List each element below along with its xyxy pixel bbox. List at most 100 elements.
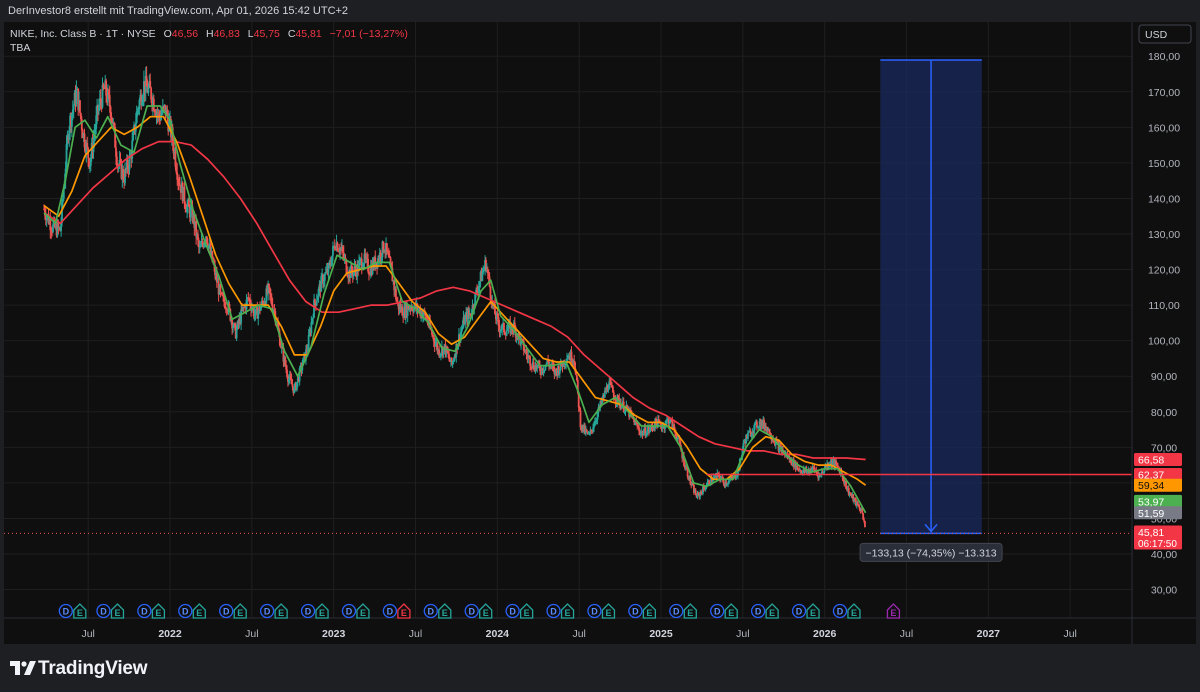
- price-tick-label: 180,00: [1148, 51, 1180, 63]
- time-tick-label: 2027: [977, 628, 1001, 640]
- earnings-letter: E: [728, 608, 734, 618]
- chart-panel[interactable]: −133,13 (−74,35%) −13.313 30,00 40,00 50,0…: [4, 22, 1196, 644]
- legend-change: −7,01 (−13,27%): [330, 28, 408, 40]
- earnings-letter: E: [605, 608, 611, 618]
- time-tick-label: 2025: [649, 628, 673, 640]
- dividend-letter: D: [468, 607, 475, 617]
- price-tick-label: 70,00: [1151, 442, 1177, 454]
- indicator-label[interactable]: TBA: [10, 42, 30, 54]
- dividend-letter: D: [141, 607, 148, 617]
- time-tick-label: Jul: [736, 628, 749, 640]
- candle-body: [219, 285, 222, 293]
- tradingview-logo-icon[interactable]: [10, 661, 36, 675]
- candle-body: [240, 309, 243, 324]
- price-tick-label: 100,00: [1148, 336, 1180, 348]
- candle-body: [863, 519, 865, 521]
- legend-h-label: H: [206, 28, 214, 40]
- dividend-letter: D: [509, 607, 516, 617]
- price-tick-label: 130,00: [1148, 229, 1180, 241]
- time-tick-label: 2023: [322, 628, 346, 640]
- time-tick-label: Jul: [572, 628, 585, 640]
- currency-label[interactable]: USD: [1145, 29, 1168, 41]
- price-label-text: 45,81: [1138, 527, 1164, 539]
- earnings-letter: E: [810, 608, 816, 618]
- dividend-letter: D: [550, 607, 557, 617]
- legend-high: 46,83: [214, 28, 240, 40]
- candle-body: [183, 186, 186, 204]
- price-label-text: 51,59: [1138, 508, 1164, 520]
- time-tick-label: 2022: [158, 628, 182, 640]
- legend-low: 45,75: [254, 28, 280, 40]
- price-chart[interactable]: −133,13 (−74,35%) −13.313 30,0040,0050,0…: [4, 22, 1196, 644]
- dividend-letter: D: [755, 607, 762, 617]
- legend-open: 46,56: [172, 28, 198, 40]
- earnings-letter: E: [360, 608, 366, 618]
- legend: NIKE, Inc. Class B · 1T · NYSE O46,56 H4…: [10, 28, 408, 54]
- legend-close: 45,81: [295, 28, 321, 40]
- brand-name[interactable]: TradingView: [38, 658, 148, 680]
- earnings-letter: E: [483, 608, 489, 618]
- dividend-letter: D: [100, 607, 107, 617]
- earnings-letter: E: [114, 608, 120, 618]
- dividend-letter: D: [796, 607, 803, 617]
- earnings-letter: E: [769, 608, 775, 618]
- candle-body: [864, 520, 866, 528]
- time-tick-label: Jul: [409, 628, 422, 640]
- price-label-text: 59,34: [1138, 480, 1164, 492]
- candle-body: [268, 284, 270, 288]
- dividend-letter: D: [63, 607, 70, 617]
- attribution-text: DerInvestor8 erstellt mit TradingView.co…: [8, 5, 349, 17]
- candle-body: [585, 429, 588, 432]
- time-tick-label: Jul: [245, 628, 258, 640]
- dividend-letter: D: [591, 607, 598, 617]
- price-tick-label: 160,00: [1148, 122, 1180, 134]
- price-tick-label: 110,00: [1148, 300, 1179, 312]
- dividend-letter: D: [223, 607, 230, 617]
- price-tick-label: 150,00: [1148, 158, 1180, 170]
- dividend-letter: D: [182, 607, 189, 617]
- svg-text:NIKE, Inc. Class B · 1T · NYSE: NIKE, Inc. Class B · 1T · NYSE O46,56 H4…: [10, 28, 408, 40]
- earnings-letter: E: [524, 608, 530, 618]
- earnings-letter: E: [77, 608, 83, 618]
- price-tick-label: 140,00: [1148, 193, 1180, 205]
- price-label-text: 66,58: [1138, 454, 1164, 466]
- earnings-letter: E: [278, 608, 284, 618]
- event-markers[interactable]: DEDEDEDEDEDEDEDEDEDEDEDEDEDEDEDEDEDEDEDE…: [58, 603, 901, 619]
- earnings-letter: E: [890, 608, 896, 618]
- candle-body: [530, 365, 532, 368]
- currency-button[interactable]: USD: [1138, 24, 1192, 44]
- candle-body: [79, 100, 81, 114]
- dividend-letter: D: [264, 607, 271, 617]
- candle-body: [235, 328, 238, 339]
- dividend-letter: D: [346, 607, 353, 617]
- candle-body: [579, 410, 582, 428]
- earnings-letter: E: [687, 608, 693, 618]
- measure-tool[interactable]: −133,13 (−74,35%) −13.313: [859, 59, 1003, 562]
- candle-body: [742, 442, 745, 450]
- time-tick-label: Jul: [900, 628, 913, 640]
- candle-body: [291, 384, 294, 387]
- time-tick-label: 2026: [813, 628, 837, 640]
- candle-body: [72, 105, 75, 110]
- earnings-letter: E: [319, 608, 325, 618]
- earnings-letter: E: [237, 608, 243, 618]
- price-axis[interactable]: 30,0040,0050,0060,0070,0080,0090,00100,0…: [1131, 22, 1182, 644]
- dividend-letter: D: [387, 607, 394, 617]
- time-axis[interactable]: Jul 2022 Jul 2023 Jul 2024 Jul 2025 Jul 2026 Jul 20…: [4, 617, 1196, 640]
- dividend-letter: D: [673, 607, 680, 617]
- price-tick-label: 40,00: [1151, 549, 1177, 561]
- dividend-letter: D: [837, 607, 844, 617]
- attribution-bar: DerInvestor8 erstellt mit TradingView.co…: [0, 0, 1200, 22]
- candle-body: [722, 479, 725, 484]
- dividend-letter: D: [632, 607, 639, 617]
- legend-symbol: NIKE, Inc. Class B · 1T · NYSE: [10, 28, 156, 40]
- earnings-letter: E: [196, 608, 202, 618]
- price-tick-label: 30,00: [1151, 585, 1177, 597]
- time-tick-label: Jul: [1063, 628, 1076, 640]
- earnings-letter: E: [565, 608, 571, 618]
- countdown-text: 06:17:50: [1138, 539, 1177, 550]
- candle-body: [728, 480, 730, 484]
- candle-body: [152, 98, 155, 111]
- candle-body: [314, 299, 316, 303]
- earnings-letter: E: [401, 608, 407, 618]
